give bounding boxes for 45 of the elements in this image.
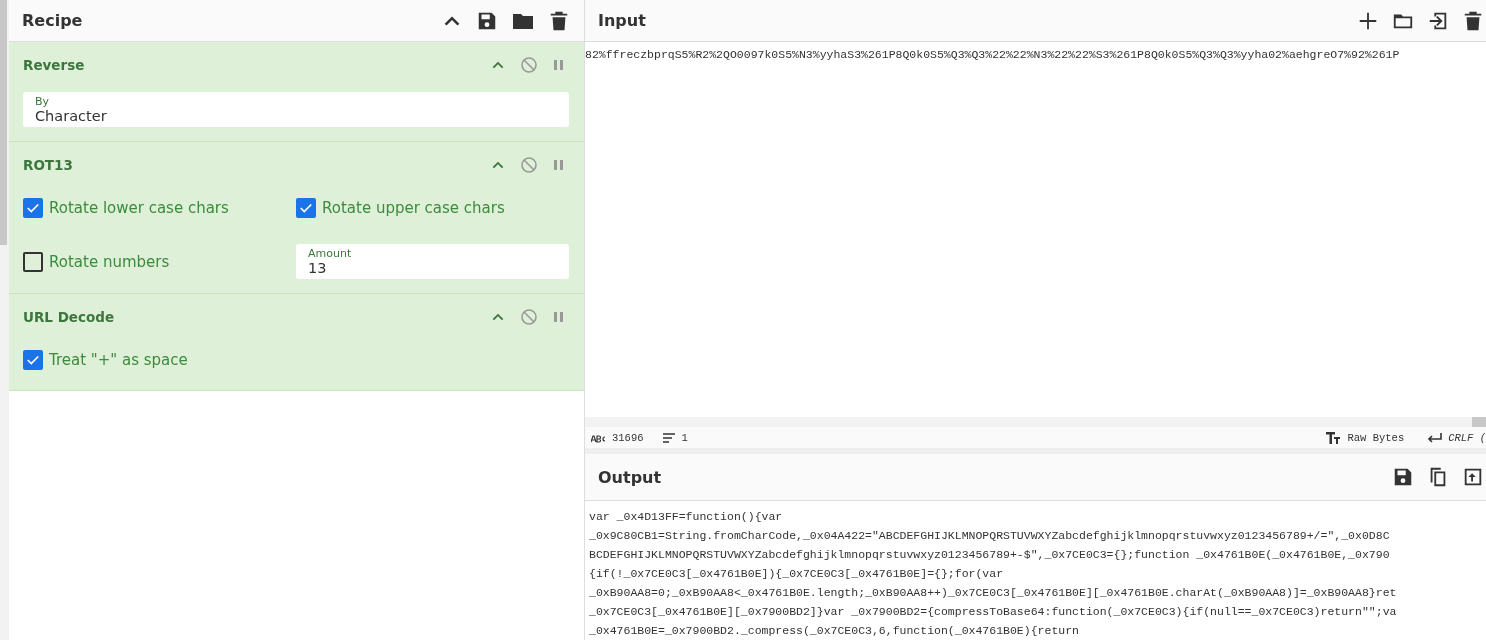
checkbox-label: Rotate lower case chars [49,199,229,217]
checkbox[interactable] [23,350,43,370]
scrollbar[interactable] [585,417,1486,427]
scrollbar[interactable] [0,0,9,640]
operation-name: ROT13 [23,157,74,173]
panel-title: Output [598,467,663,487]
output-text-line: _0x9C80CB1=String.fromCharCode,_0x04A422="ABCDEFGHIJKLMNOPQRSTUVWXYZabcdefghijklmnopqrstuvwxyz0123456789+/=",_0x0D8C [589,528,1391,544]
input-text[interactable]: 82%ffreczbprqS5%R2%2QO0097k0S5%N3%yyhaS3%261P8Q0k0S5%Q3%Q3%22%22%N3%22%22%S3%261P8Q0k0S5%Q3%Q3%yyha02%aehgreO7%92%261P [585,48,1486,61]
checkbox-label: Treat "+" as space [49,351,188,369]
field-label: Amount [308,247,353,260]
panel-title: Recipe [22,11,84,30]
length-count: 31696 [612,431,644,444]
output-text-line: _0xB90AA8=0;_0xB90AA8<_0x4761B0E.length;_0xB90AA8++)_0x7CE0C3[_0x4761B0E][_0x4761B0E.charAt(_0xB90AA8)]=_0xB90AA8}ret [589,585,1398,601]
input-field[interactable]: By Character [23,92,569,127]
checkbox-label: Rotate upper case chars [322,199,505,217]
output-text-line: {if(!_0x7CE0C3[_0x4761B0E]){_0x7CE0C3[_0x4761B0E]={};for(var [589,566,1005,582]
export-icon[interactable] [1462,466,1484,488]
panel-title: Input [598,11,647,30]
save-icon[interactable] [1392,466,1414,488]
field-value: Character [35,108,108,124]
delete-icon[interactable] [1462,9,1484,32]
output-text-line: _0x7CE0C3[_0x4761B0E][_0x7900BD2]}var _0x7900BD2={compressToBase64:function(_0x7CE0C3){if(null==_0x7CE0C3)return"";va [589,604,1398,620]
encoding-label[interactable]: Raw Bytes [1347,431,1405,444]
field-value: 13 [308,260,328,276]
delete-icon[interactable] [548,9,570,32]
checkmark-icon [299,201,313,215]
checkbox[interactable] [23,251,43,272]
output-text-line: _0x4761B0E=_0x7900BD2._compress(_0x7CE0C3,6,function(_0x4761B0E){return [589,623,1080,639]
output-text-line: BCDEFGHIJKLMNOPQRSTUVWXYZabcdefghijklmnopqrstuvwxyz0123456789+-$",_0x7CE0C3={};function _0x4761B0E(_0x4761B0E,_0x790 [589,547,1391,563]
line-ending-label[interactable]: CRLF ( [1448,431,1486,444]
operation-name: URL Decode [23,309,116,325]
field-label: By [35,95,51,108]
checkbox[interactable] [296,198,316,218]
lines-icon [661,431,676,444]
checkmark-icon [26,201,40,215]
input-field[interactable]: Amount 13 [296,244,569,279]
text-length-icon [591,432,606,443]
checkbox[interactable] [23,198,43,218]
line-count: 1 [681,431,688,444]
font-size-icon[interactable] [1325,430,1342,445]
checkbox-label: Rotate numbers [49,252,170,271]
return-arrow-icon[interactable] [1426,431,1443,444]
operation-name: Reverse [23,57,86,73]
checkmark-icon [26,353,40,367]
output-text-line: var _0x4D13FF=function(){var [589,509,784,525]
